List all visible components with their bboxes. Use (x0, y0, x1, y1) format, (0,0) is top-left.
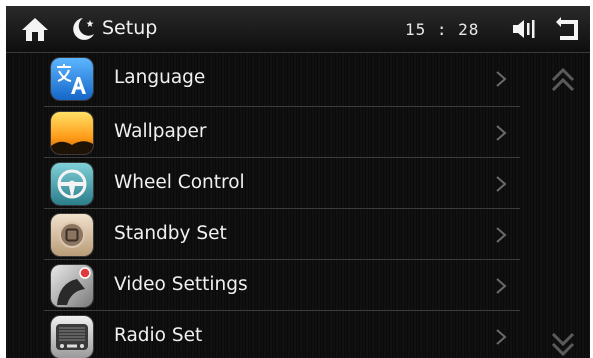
menu-item-label: Standby Set (114, 223, 227, 244)
menu-item-label: Video Settings (114, 274, 248, 295)
standby-icon (51, 214, 93, 256)
menu-item-language[interactable]: Language (44, 53, 520, 107)
menu-item-radio-set[interactable]: Radio Set (44, 311, 520, 358)
chevron-right-icon (496, 278, 507, 294)
page-title: Setup (102, 17, 158, 39)
top-bar: Setup 15 : 28 (6, 6, 590, 53)
steering-wheel-icon (51, 163, 93, 205)
wallpaper-icon (51, 112, 93, 154)
menu-item-label: Language (114, 67, 206, 88)
radio-icon (51, 316, 93, 358)
menu-item-label: Radio Set (114, 325, 203, 346)
volume-icon[interactable] (509, 15, 539, 43)
chevron-right-icon (496, 227, 507, 243)
chevron-right-icon (496, 329, 507, 345)
settings-list: Language Wallpaper Wheel Control Standby… (44, 53, 520, 358)
clock: 15 : 28 (405, 20, 480, 39)
menu-item-wallpaper[interactable]: Wallpaper (44, 107, 520, 158)
language-icon (51, 58, 93, 100)
chevron-right-icon (496, 176, 507, 192)
chevron-right-icon (496, 71, 507, 87)
back-icon[interactable] (552, 15, 582, 43)
home-icon[interactable] (20, 15, 50, 43)
menu-item-label: Wallpaper (114, 121, 207, 142)
menu-item-standby-set[interactable]: Standby Set (44, 209, 520, 260)
video-settings-icon (51, 265, 93, 307)
head-unit-screen: Setup 15 : 28 Language Wallpaper Wheel C… (6, 6, 590, 358)
double-chevron-down-icon[interactable] (546, 326, 580, 358)
night-mode-icon[interactable] (68, 15, 98, 43)
menu-item-label: Wheel Control (114, 172, 245, 193)
chevron-right-icon (496, 125, 507, 141)
menu-item-wheel-control[interactable]: Wheel Control (44, 158, 520, 209)
double-chevron-up-icon[interactable] (546, 64, 580, 98)
menu-item-video-settings[interactable]: Video Settings (44, 260, 520, 311)
